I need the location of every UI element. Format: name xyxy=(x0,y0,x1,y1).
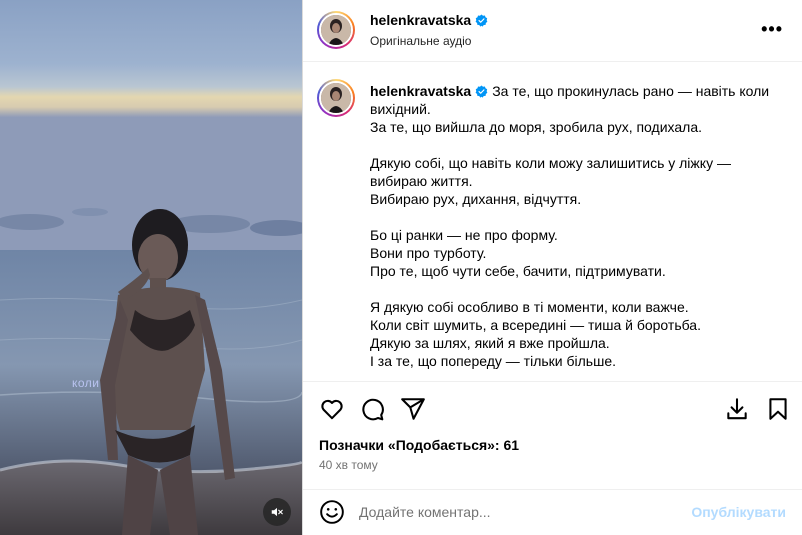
caption-line: Вибираю рух, дихання, відчуття. xyxy=(370,191,582,207)
heart-icon[interactable] xyxy=(319,396,345,422)
audio-label[interactable]: Оригінальне аудіо xyxy=(370,34,471,48)
post-timestamp[interactable]: 40 хв тому xyxy=(319,458,378,472)
download-icon[interactable] xyxy=(724,396,750,422)
divider xyxy=(303,489,802,490)
post-header: helenkravatska Оригінальне аудіо ••• xyxy=(303,0,802,62)
share-icon[interactable] xyxy=(400,396,426,422)
caption-line: вихідний. xyxy=(370,101,431,117)
publish-button[interactable]: Опублікувати xyxy=(691,504,786,520)
more-options-button[interactable]: ••• xyxy=(761,20,783,38)
post-actions xyxy=(319,396,789,422)
caption-area: helenkravatska За те, що прокинулась ран… xyxy=(303,63,802,381)
author-username[interactable]: helenkravatska xyxy=(370,12,471,28)
caption-line: Коли світ шумить, а всередині — тиша й б… xyxy=(370,317,701,333)
caption-line: За те, що вийшла до моря, зробила рух, п… xyxy=(370,119,702,135)
verified-badge-icon xyxy=(475,85,488,98)
bookmark-icon[interactable] xyxy=(765,396,791,422)
caption-avatar[interactable] xyxy=(317,79,355,117)
video-overlay-text: коли xyxy=(72,376,100,390)
caption-line: Про те, щоб чути себе, бачити, підтримув… xyxy=(370,263,666,279)
post-media[interactable]: коли xyxy=(0,0,302,535)
caption-username[interactable]: helenkravatska xyxy=(370,83,471,99)
caption-line: Дякую собі, що навіть коли можу залишити… xyxy=(370,155,731,171)
likes-count[interactable]: Позначки «Подобається»: 61 xyxy=(319,437,519,453)
post-photo xyxy=(0,0,302,535)
caption-line: Дякую за шлях, який я вже пройшла. xyxy=(370,335,610,351)
caption-line: Вони про турботу. xyxy=(370,245,487,261)
post-details-panel: helenkravatska Оригінальне аудіо ••• hel… xyxy=(302,0,802,535)
comment-input[interactable] xyxy=(359,500,689,524)
post-caption: helenkravatska За те, що прокинулась ран… xyxy=(370,82,770,370)
speaker-muted-icon xyxy=(271,507,283,517)
emoji-icon[interactable] xyxy=(319,499,345,525)
mute-button[interactable] xyxy=(263,498,291,526)
verified-badge-icon xyxy=(475,14,488,27)
caption-line: вибираю життя. xyxy=(370,173,473,189)
divider xyxy=(303,381,802,382)
caption-line: І за те, що попереду — тільки більше. xyxy=(370,353,616,369)
caption-line: Я дякую собі особливо в ті моменти, коли… xyxy=(370,299,689,315)
avatar[interactable] xyxy=(317,11,355,49)
caption-line: Бо ці ранки — не про форму. xyxy=(370,227,558,243)
caption-line: За те, що прокинулась рано — навіть коли xyxy=(492,83,770,99)
comment-icon[interactable] xyxy=(359,396,385,422)
